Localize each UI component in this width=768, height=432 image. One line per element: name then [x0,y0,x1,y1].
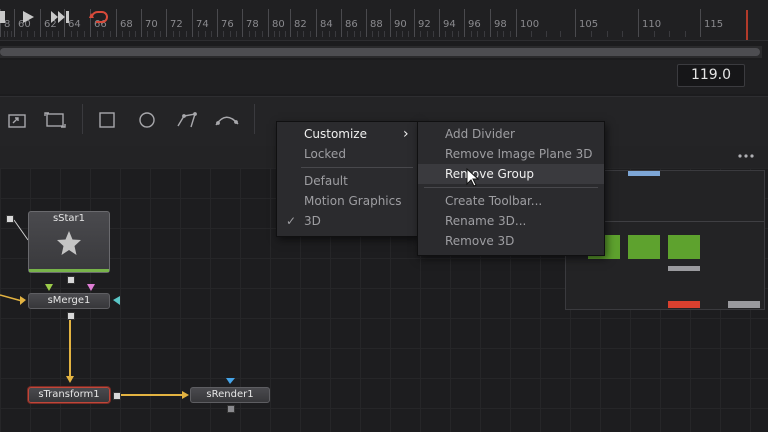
menu-item-add-divider[interactable]: Add Divider [418,124,604,144]
mouse-cursor-icon [466,168,480,187]
node-stransform[interactable]: sTransform1 [28,387,110,403]
menu-item-label: Locked [304,147,346,161]
menu-item-customize[interactable]: Customize › [277,124,417,144]
chevron-right-icon: › [403,126,409,142]
customize-submenu: Add Divider Remove Image Plane 3D Remove… [417,121,605,256]
star-icon [57,231,81,255]
menu-separator [301,167,413,168]
menu-item-remove-group[interactable]: Remove Group [418,164,604,184]
node-sstar[interactable]: sStar1 [28,211,110,273]
menu-item-motion-graphics[interactable]: Motion Graphics [277,191,417,211]
menu-item-default[interactable]: Default [277,171,417,191]
node-output-port[interactable] [113,392,121,400]
menu-item-label: Remove Group [445,167,535,181]
node-output-port[interactable] [67,312,75,320]
menu-item-label: Rename 3D... [445,214,527,228]
menu-item-rename-3d[interactable]: Rename 3D... [418,211,604,231]
node-status-bar [29,269,109,272]
node-srender[interactable]: sRender1 [190,387,270,403]
checkmark-icon: ✓ [286,214,297,228]
menu-item-locked[interactable]: Locked [277,144,417,164]
menu-item-remove-3d[interactable]: Remove 3D [418,231,604,251]
menu-item-label: Add Divider [445,127,515,141]
menu-item-label: Remove 3D [445,234,515,248]
menu-item-label: 3D [304,214,321,228]
menu-item-label: Create Toolbar... [445,194,543,208]
menu-item-remove-image-plane-3d[interactable]: Remove Image Plane 3D [418,144,604,164]
menu-item-label: Customize [304,127,367,141]
node-label: sStar1 [52,213,86,224]
menu-item-label: Default [304,174,348,188]
node-smerge[interactable]: sMerge1 [28,293,110,309]
menu-item-label: Motion Graphics [304,194,402,208]
context-menu: Customize › Locked Default Motion Graphi… [276,121,418,237]
menu-item-3d[interactable]: ✓ 3D [277,211,417,231]
node-output-port[interactable] [6,215,14,223]
menu-item-label: Remove Image Plane 3D [445,147,593,161]
menu-item-create-toolbar[interactable]: Create Toolbar... [418,191,604,211]
menu-separator [424,187,598,188]
node-input-port[interactable] [227,405,235,413]
node-output-port[interactable] [67,276,75,284]
